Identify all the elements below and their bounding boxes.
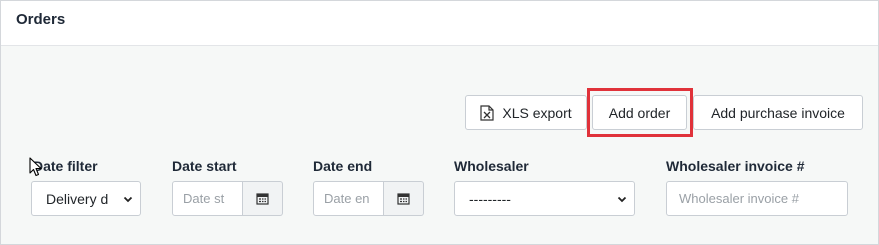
wholesaler-invoice-label: Wholesaler invoice # [666,158,805,174]
add-purchase-invoice-label: Add purchase invoice [711,104,845,121]
date-start-input[interactable] [172,181,243,216]
card-header: Orders [1,1,878,46]
wholesaler-select[interactable]: --------- [454,181,635,216]
wholesaler-value: --------- [469,190,511,207]
xls-export-label: XLS export [502,104,572,121]
wholesaler-label: Wholesaler [454,158,529,174]
xls-export-button[interactable]: XLS export [465,95,587,130]
date-start-calendar-button[interactable] [243,181,283,216]
file-excel-icon [480,104,494,121]
date-filter-select[interactable]: Delivery d [31,181,141,216]
chevron-down-icon [123,196,133,202]
date-start-label: Date start [172,158,237,174]
calendar-icon [256,193,269,205]
wholesaler-invoice-input[interactable] [666,181,848,216]
date-end-calendar-button[interactable] [384,181,424,216]
add-order-label: Add order [608,104,671,121]
calendar-icon [397,193,410,205]
orders-card: Orders XLS export Add order Add purchase… [0,0,879,245]
page-title: Orders [16,11,66,28]
date-end-input[interactable] [313,181,384,216]
chevron-down-icon [617,196,627,202]
date-end-group [313,181,424,216]
date-end-label: Date end [313,158,373,174]
add-order-button[interactable]: Add order [592,95,687,130]
add-purchase-invoice-button[interactable]: Add purchase invoice [693,95,863,130]
mouse-pointer-icon [29,157,42,177]
date-filter-value: Delivery d [46,190,109,207]
date-start-group [172,181,283,216]
